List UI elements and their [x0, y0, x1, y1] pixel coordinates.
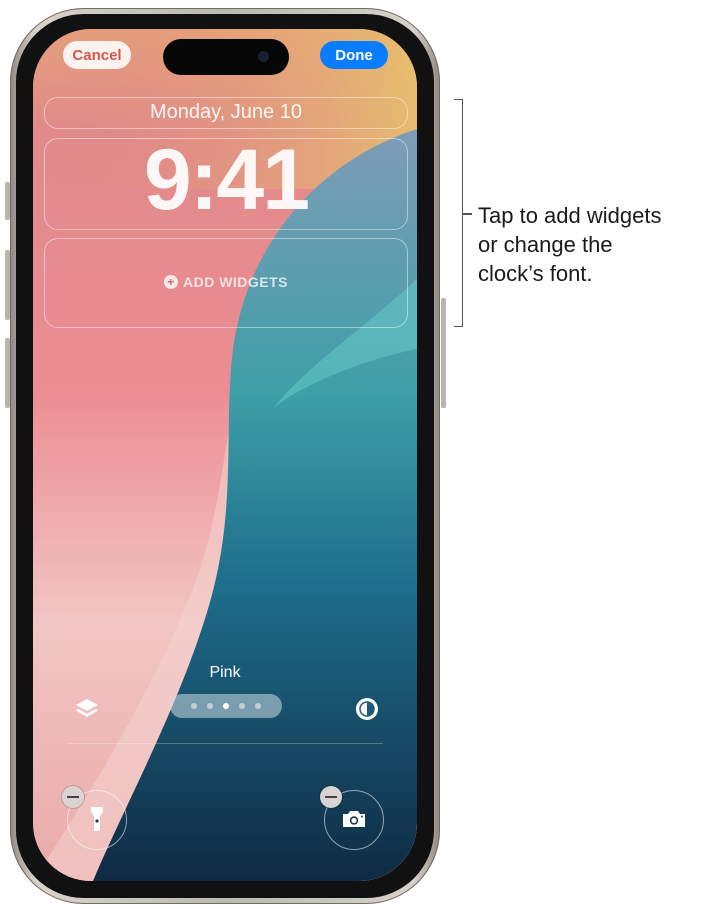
clock-time: 9:41: [143, 132, 310, 228]
style-page-dot[interactable]: [255, 703, 261, 709]
volume-down-button: [5, 338, 10, 408]
style-page-dot-current[interactable]: [223, 703, 229, 709]
style-page-dot[interactable]: [207, 703, 213, 709]
callout-line-2: or change the: [478, 232, 613, 257]
front-camera: [258, 51, 269, 62]
dynamic-island: [163, 39, 289, 75]
wallpaper-style-name: Pink: [209, 664, 241, 681]
lock-screen-editor: Cancel Done Monday, June 10 9:41 + ADD WI…: [33, 29, 417, 881]
flashlight-icon: [91, 807, 103, 831]
style-page-dot[interactable]: [239, 703, 245, 709]
callout-leader: [462, 213, 472, 215]
callout-line-1: Tap to add widgets: [478, 203, 662, 228]
layers-icon[interactable]: [74, 696, 100, 722]
plus-icon: +: [163, 275, 178, 289]
add-widgets-label: ADD WIDGETS: [182, 274, 289, 290]
add-widgets-button[interactable]: + ADD WIDGETS: [44, 274, 408, 290]
done-button[interactable]: Done: [320, 41, 388, 69]
action-button: [5, 182, 10, 220]
callout-line-3: clock’s font.: [478, 261, 593, 286]
remove-camera-button[interactable]: [320, 786, 342, 808]
date-label: Monday, June 10: [150, 101, 302, 123]
contrast-icon[interactable]: [355, 697, 379, 721]
volume-up-button: [5, 250, 10, 320]
divider: [67, 743, 383, 744]
style-page-indicator[interactable]: [170, 694, 282, 718]
cancel-button[interactable]: Cancel: [63, 41, 131, 69]
side-button: [441, 298, 446, 408]
remove-flashlight-button[interactable]: [62, 786, 84, 808]
style-page-dot[interactable]: [191, 703, 197, 709]
camera-icon: [343, 811, 365, 827]
callout-text: Tap to add widgets or change the clock’s…: [478, 201, 702, 288]
